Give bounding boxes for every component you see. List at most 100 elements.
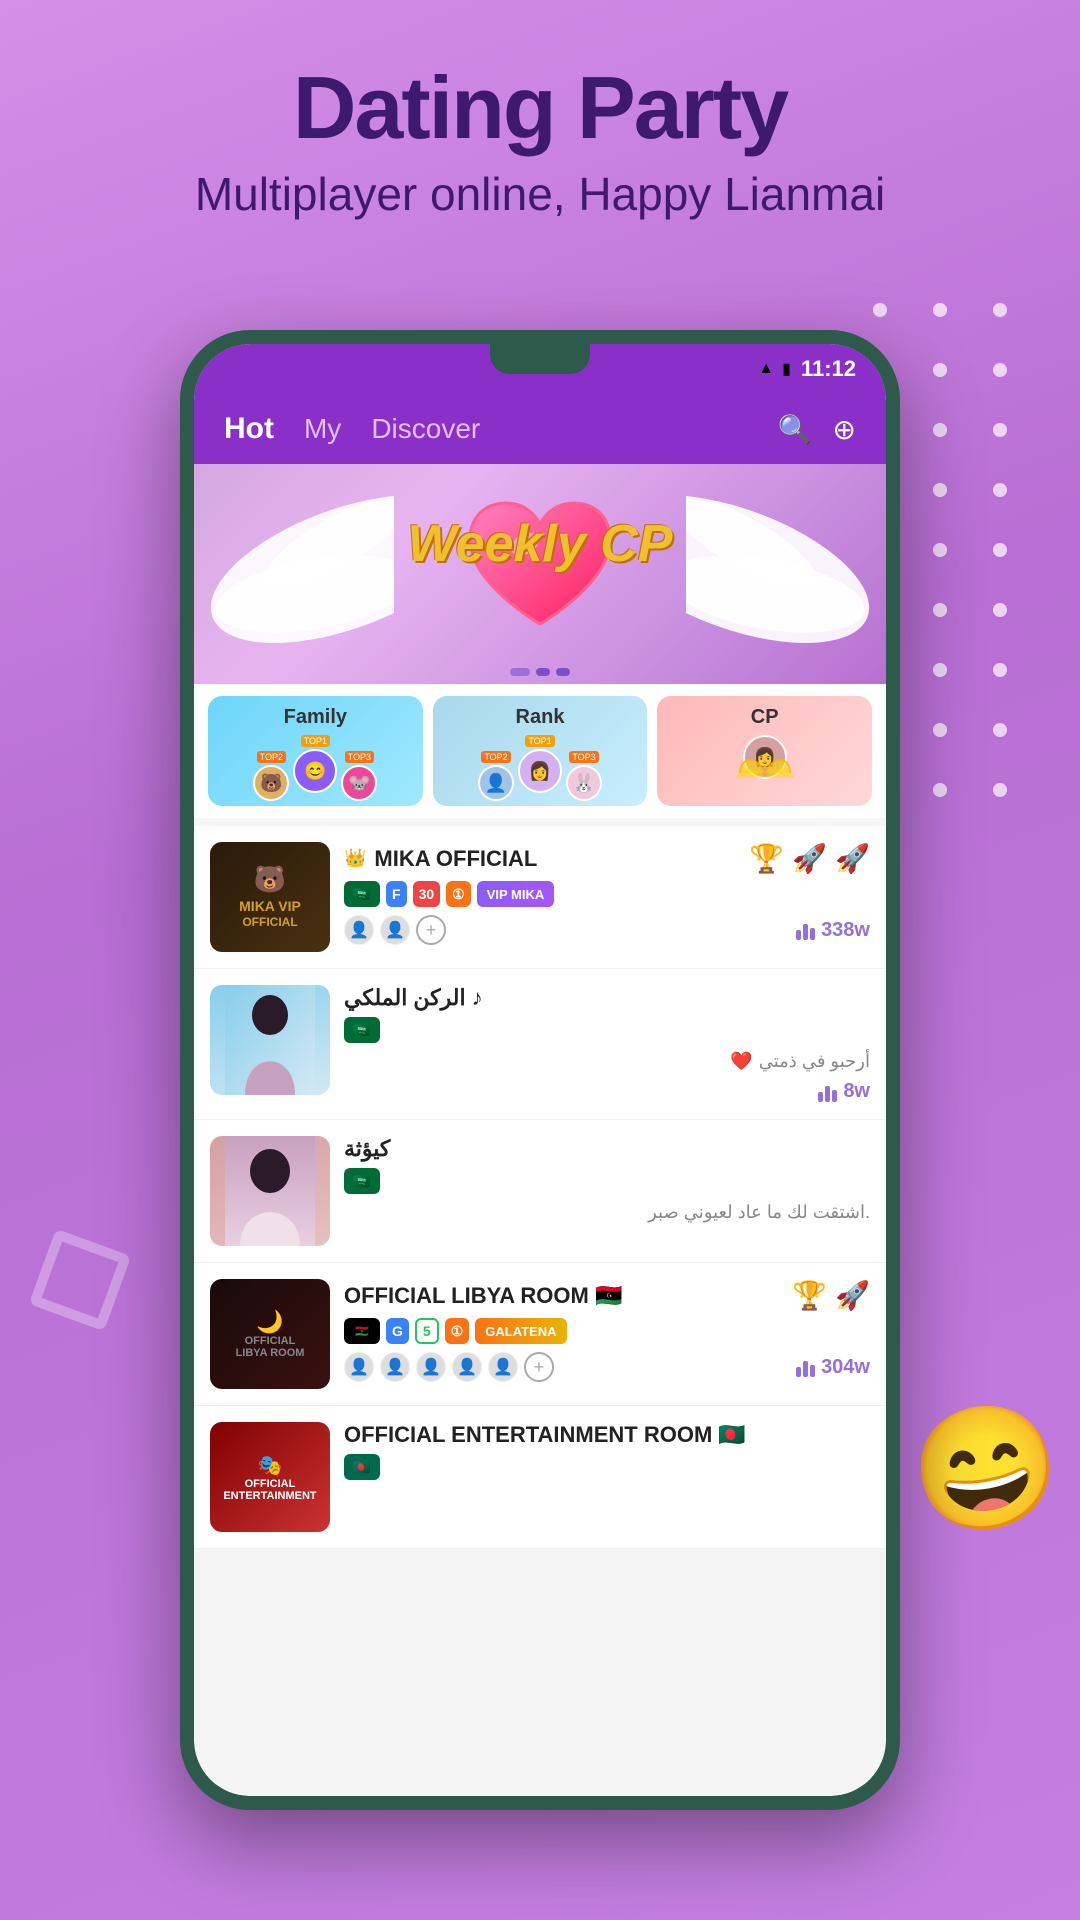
family-avatars: TOP2 🐻 TOP1 😊 TOP3 🐭 (253, 735, 377, 801)
room-desc-kyouta: .اشتقت لك ما عاد لعيوني صبر (344, 1202, 870, 1223)
crown-icon: 👑 (344, 848, 366, 869)
category-cp-label: CP (751, 706, 779, 729)
room-thumb-entertainment: 🎭 OFFICIAL ENTERTAINMENT (210, 1422, 330, 1532)
room-badges-kyouta: 🇸🇦 (344, 1168, 870, 1194)
nav-actions: 🔍 ⊕ (778, 413, 856, 446)
room-item-arabic[interactable]: ♪ الركن الملكي 🇸🇦 أرحبو في ذمتي ❤️ (194, 969, 886, 1120)
room-title-entertainment: OFFICIAL ENTERTAINMENT ROOM 🇧🇩 (344, 1422, 746, 1448)
room-badges-libya: 🇱🇾 G 5 ① GALATENA (344, 1318, 870, 1344)
search-icon[interactable]: 🔍 (778, 413, 813, 446)
nav-bar: Hot My Discover 🔍 ⊕ (194, 394, 886, 464)
room-badges-entertainment: 🇧🇩 (344, 1454, 870, 1480)
views-icon-arabic (818, 1082, 837, 1102)
room-info-entertainment: OFFICIAL ENTERTAINMENT ROOM 🇧🇩 🇧🇩 (344, 1422, 870, 1488)
emoji-decoration: 😄 (900, 1388, 1071, 1552)
room-badges-mika: 🇸🇦 F 30 ① VIP MIKA (344, 881, 870, 907)
member-avatar: 👤 (344, 915, 374, 945)
badge-5: 5 (415, 1318, 439, 1344)
phone-notch (490, 344, 590, 374)
room-desc-arabic: أرحبو في ذمتي ❤️ (344, 1051, 870, 1072)
banner-dot-2 (536, 668, 550, 676)
member-avatar: 👤 (380, 915, 410, 945)
page-title: Dating Party (0, 60, 1080, 157)
banner-dots (510, 668, 570, 676)
banner-dot-1 (510, 668, 530, 676)
category-cp[interactable]: CP 👩 (657, 696, 872, 806)
room-thumb-kyouta (210, 1136, 330, 1246)
room-item-entertainment[interactable]: 🎭 OFFICIAL ENTERTAINMENT OFFICIAL ENTERT… (194, 1406, 886, 1549)
room-badges-arabic: 🇸🇦 (344, 1017, 870, 1043)
room-title-kyouta: كيؤثة (344, 1136, 390, 1162)
nav-item-hot[interactable]: Hot (224, 412, 274, 446)
banner[interactable]: Weekly CP (194, 464, 886, 684)
banner-title: Weekly CP (408, 514, 673, 574)
header: Dating Party Multiplayer online, Happy L… (0, 60, 1080, 221)
flag-ly-badge: 🇱🇾 (344, 1318, 380, 1344)
badge-galatena: GALATENA (475, 1318, 566, 1344)
gift-icons-libya: 🏆🚀 (782, 1279, 870, 1312)
room-item-kyouta[interactable]: كيؤثة 🇸🇦 .اشتقت لك ما عاد لعيوني صبر (194, 1120, 886, 1263)
member-avatar: 👤 (452, 1352, 482, 1382)
member-avatar: 👤 (416, 1352, 446, 1382)
nav-item-my[interactable]: My (304, 413, 341, 445)
banner-dot-3 (556, 668, 570, 676)
room-views-libya: 304w (796, 1356, 870, 1379)
room-title-arabic: ♪ الركن الملكي (344, 985, 483, 1011)
flag-sa-badge-arabic: 🇸🇦 (344, 1017, 380, 1043)
room-info-arabic: ♪ الركن الملكي 🇸🇦 أرحبو في ذمتي ❤️ (344, 985, 870, 1103)
battery-icon: ▮ (782, 359, 791, 379)
nav-item-discover[interactable]: Discover (371, 413, 480, 445)
category-rank-label: Rank (516, 706, 565, 729)
room-thumb-libya: 🌙 OFFICIAL LIBYA ROOM (210, 1279, 330, 1389)
views-count-libya: 304w (821, 1356, 870, 1379)
wing-right-icon (686, 494, 886, 644)
room-info-libya: OFFICIAL LIBYA ROOM 🇱🇾 🏆🚀 🇱🇾 G 5 ① (344, 1279, 870, 1382)
category-family[interactable]: Family TOP2 🐻 TOP1 😊 TOP3 (208, 696, 423, 806)
badge-1-libya: ① (445, 1318, 470, 1344)
page-subtitle: Multiplayer online, Happy Lianmai (0, 167, 1080, 221)
flag-bd-badge: 🇧🇩 (344, 1454, 380, 1480)
member-plus: + (416, 915, 446, 945)
member-plus-libya: + (524, 1352, 554, 1382)
badge-1: ① (446, 881, 471, 907)
status-time: 11:12 (801, 356, 856, 382)
signal-icon: ▲ (758, 360, 774, 378)
badge-g: G (386, 1318, 409, 1344)
category-family-label: Family (284, 706, 347, 729)
flag-sa-badge: 🇸🇦 (344, 881, 380, 907)
views-count-arabic: 8w (843, 1080, 870, 1103)
content-area: Weekly CP (194, 464, 886, 1796)
room-info-kyouta: كيؤثة 🇸🇦 .اشتقت لك ما عاد لعيوني صبر (344, 1136, 870, 1223)
cp-avatars: 👩 (743, 735, 787, 779)
cp-wings-icon (735, 748, 795, 798)
flag-sa-badge-kyouta: 🇸🇦 (344, 1168, 380, 1194)
member-avatar: 👤 (488, 1352, 518, 1382)
room-title-mika: MIKA OFFICIAL (374, 846, 537, 872)
views-icon-libya (796, 1357, 815, 1377)
room-members-libya: 👤 👤 👤 👤 👤 + (344, 1352, 554, 1382)
room-item-mika[interactable]: 🐻 MIKA VIP OFFICIAL 👑 MIKA OFFICIAL 🏆🚀🚀 (194, 826, 886, 969)
add-room-icon[interactable]: ⊕ (833, 413, 856, 446)
member-avatar: 👤 (344, 1352, 374, 1382)
rank-avatars: TOP2 👤 TOP1 👩 TOP3 🐰 (478, 735, 602, 801)
gift-icons: 🏆🚀🚀 (739, 842, 870, 875)
room-thumb-mika: 🐻 MIKA VIP OFFICIAL (210, 842, 330, 952)
room-views-mika: 338w (796, 919, 870, 942)
category-rank[interactable]: Rank TOP2 👤 TOP1 👩 TOP3 (433, 696, 648, 806)
room-item-libya[interactable]: 🌙 OFFICIAL LIBYA ROOM OFFICIAL LIBYA ROO… (194, 1263, 886, 1406)
room-views-arabic: 8w (818, 1080, 870, 1103)
badge-30: 30 (413, 881, 441, 907)
room-thumb-arabic (210, 985, 330, 1095)
views-count-mika: 338w (821, 919, 870, 942)
views-icon (796, 920, 815, 940)
wing-left-icon (194, 494, 394, 644)
member-avatar: 👤 (380, 1352, 410, 1382)
category-row: Family TOP2 🐻 TOP1 😊 TOP3 (194, 684, 886, 818)
phone-frame: ▲ ▮ 11:12 Hot My Discover 🔍 ⊕ (180, 330, 900, 1810)
room-info-mika: 👑 MIKA OFFICIAL 🏆🚀🚀 🇸🇦 F 30 ① (344, 842, 870, 945)
room-list: 🐻 MIKA VIP OFFICIAL 👑 MIKA OFFICIAL 🏆🚀🚀 (194, 826, 886, 1549)
status-icons: ▲ ▮ (758, 359, 791, 379)
room-title-libya: OFFICIAL LIBYA ROOM 🇱🇾 (344, 1283, 622, 1309)
badge-f: F (386, 881, 407, 907)
badge-vip-mika: VIP MIKA (477, 881, 555, 907)
